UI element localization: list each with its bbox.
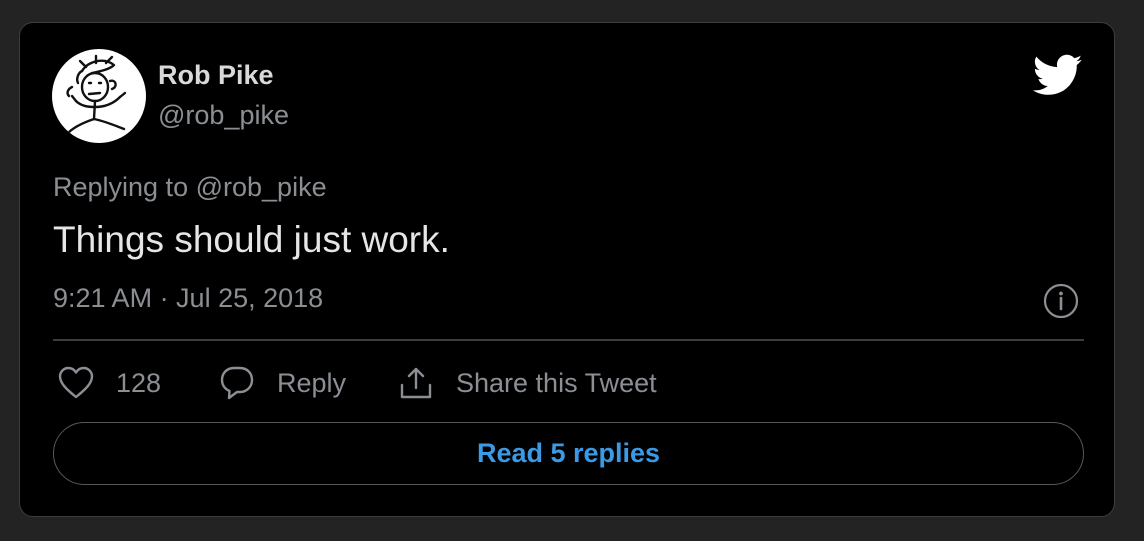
speech-bubble-icon <box>220 366 254 400</box>
tweet-timestamp[interactable]: 9:21 AM · Jul 25, 2018 <box>53 282 323 314</box>
twitter-bird-icon[interactable] <box>1032 50 1083 100</box>
reply-label: Reply <box>277 367 347 398</box>
divider <box>53 339 1084 341</box>
share-icon <box>400 367 432 399</box>
stick-figure-avatar-drawing <box>66 54 127 135</box>
avatar[interactable] <box>52 49 146 143</box>
tweet-card: Rob Pike @rob_pike Replying to @rob_pike… <box>19 22 1115 517</box>
reply-button[interactable]: Reply <box>219 363 346 403</box>
share-button[interactable]: Share this Tweet <box>398 363 657 403</box>
reply-mention-link[interactable]: @rob_pike <box>196 172 327 202</box>
author-handle[interactable]: @rob_pike <box>158 99 289 131</box>
like-count: 128 <box>116 367 162 398</box>
info-icon[interactable] <box>1042 282 1080 320</box>
author-name[interactable]: Rob Pike <box>158 59 274 91</box>
replying-to-label: Replying to <box>53 172 189 202</box>
read-replies-button[interactable]: Read 5 replies <box>53 422 1084 485</box>
share-label: Share this Tweet <box>456 367 657 398</box>
reply-context: Replying to @rob_pike <box>53 171 327 203</box>
heart-icon <box>58 366 94 399</box>
like-button[interactable]: 128 <box>58 363 161 403</box>
tweet-text: Things should just work. <box>53 219 450 260</box>
